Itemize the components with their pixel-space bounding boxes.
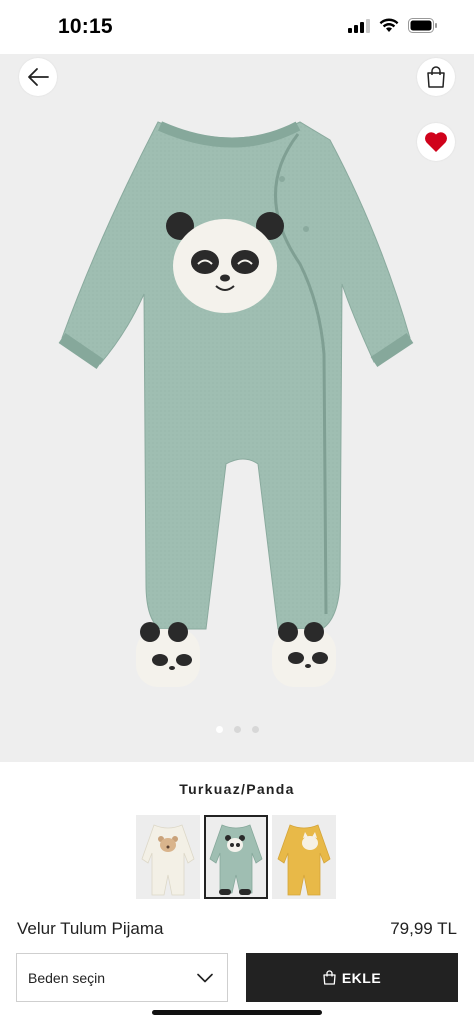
swatch-panda[interactable] <box>204 815 268 899</box>
pagination-dot[interactable] <box>233 726 241 733</box>
heart-icon <box>425 132 447 152</box>
favorite-button[interactable] <box>417 123 455 161</box>
shopping-bag-icon <box>323 970 336 985</box>
back-button[interactable] <box>19 58 57 96</box>
shopping-bag-button[interactable] <box>417 58 455 96</box>
size-select-label: Beden seçin <box>28 969 106 986</box>
status-icons <box>348 18 438 33</box>
status-bar: 10:15 <box>0 0 474 54</box>
cat-romper-thumbnail <box>277 824 331 896</box>
pagination-dot[interactable] <box>251 726 259 733</box>
product-image-gallery[interactable] <box>0 54 474 762</box>
product-image <box>58 121 414 687</box>
add-to-bag-label: EKLE <box>341 969 382 986</box>
panda-romper-thumbnail <box>209 824 263 895</box>
status-time: 10:15 <box>58 15 113 38</box>
wifi-icon <box>379 18 399 32</box>
pagination-dot[interactable] <box>215 726 223 733</box>
signal-icon <box>348 18 370 33</box>
color-swatches <box>136 815 336 899</box>
home-indicator <box>152 1010 322 1015</box>
size-select[interactable]: Beden seçin <box>16 953 228 1002</box>
color-name: Turkuaz/Panda <box>179 781 295 797</box>
gallery-pagination <box>0 726 474 733</box>
swatch-cat[interactable] <box>272 815 336 899</box>
battery-icon <box>408 18 437 33</box>
product-name: Velur Tulum Pijama <box>17 919 164 938</box>
chevron-down-icon <box>197 973 213 982</box>
product-price: 79,99 TL <box>390 919 457 938</box>
shopping-bag-icon <box>427 66 445 88</box>
swatch-bear[interactable] <box>136 815 200 899</box>
add-to-bag-button[interactable]: EKLE <box>246 953 458 1002</box>
arrow-left-icon <box>28 68 49 86</box>
bear-romper-thumbnail <box>141 824 195 896</box>
